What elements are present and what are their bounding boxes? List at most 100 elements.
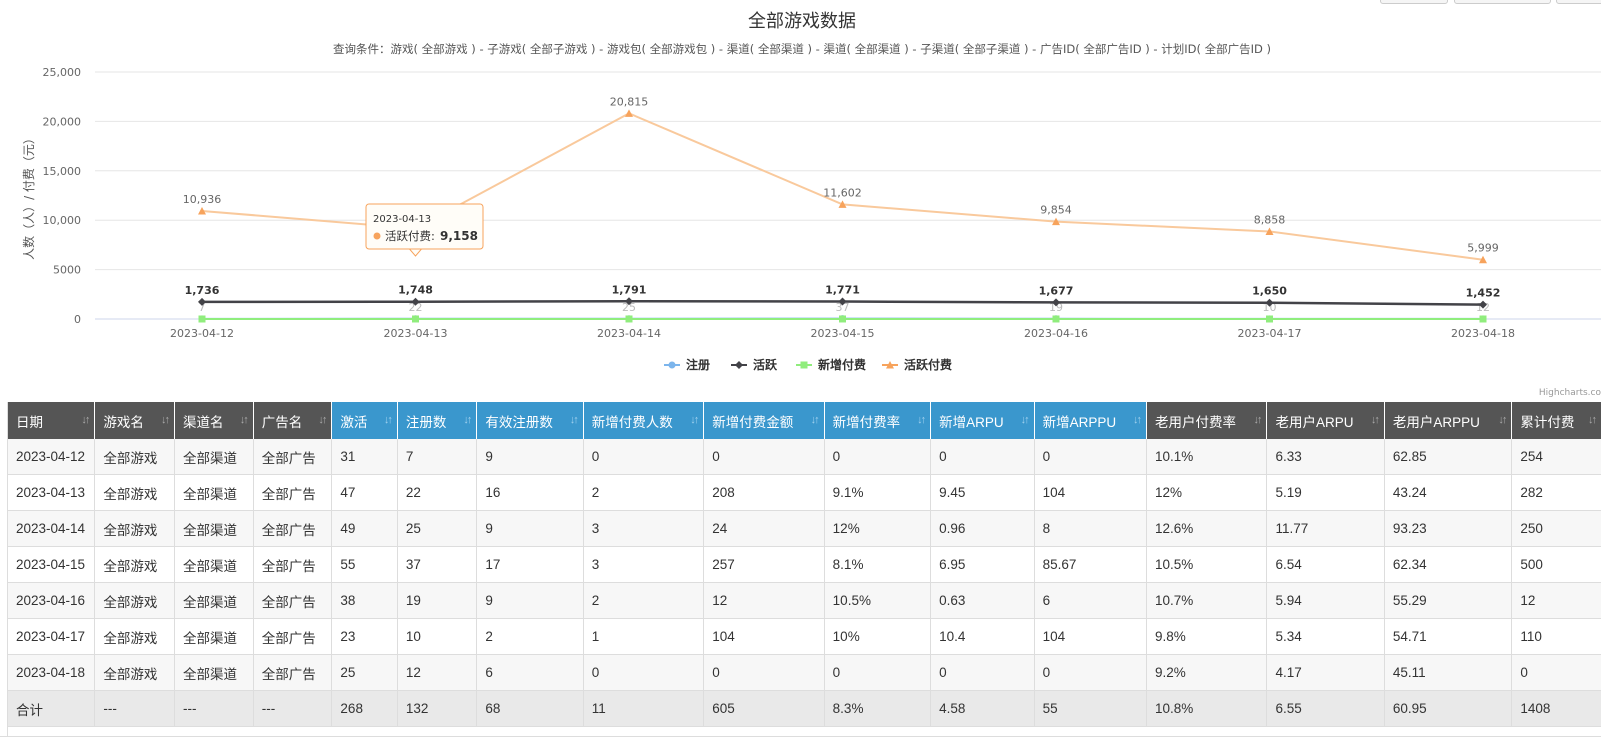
table-cell: 6.95 <box>931 547 1034 583</box>
table-cell: 104 <box>704 619 824 655</box>
column-header-label: 新增付费金额 <box>712 415 793 430</box>
total-cell: --- <box>253 691 332 727</box>
legend-item-label: 活跃付费 <box>904 357 952 372</box>
table-row[interactable]: 2023-04-13全部游戏全部渠道全部广告47221622089.1%9.45… <box>8 475 1601 511</box>
table-cell: 全部广告 <box>253 619 332 655</box>
table-cell: 12.6% <box>1147 511 1267 547</box>
sort-icon[interactable]: ↓↑ <box>1021 414 1028 426</box>
table-cell: 24 <box>704 511 824 547</box>
data-label: 5,999 <box>1467 242 1499 255</box>
table-cell: 93.23 <box>1384 511 1511 547</box>
column-header[interactable]: 老用户付费率↓↑ <box>1147 402 1267 439</box>
table-cell: 250 <box>1512 511 1601 547</box>
sort-icon[interactable]: ↓↑ <box>161 414 168 426</box>
sort-icon[interactable]: ↓↑ <box>917 414 924 426</box>
table-header-row: 日期↓↑游戏名↓↑渠道名↓↑广告名↓↑激活↓↑注册数↓↑有效注册数↓↑新增付费人… <box>8 402 1601 439</box>
sort-icon[interactable]: ↓↑ <box>384 414 391 426</box>
table-cell: 12% <box>1147 475 1267 511</box>
chart-area: 全部游戏数据查询条件：游戏( 全部游戏 ) - 子游戏( 全部子游戏 ) - 游… <box>0 0 1601 400</box>
sort-icon[interactable]: ↓↑ <box>1253 414 1260 426</box>
table-cell: 5.19 <box>1267 475 1384 511</box>
column-header[interactable]: 渠道名↓↑ <box>175 402 254 439</box>
sort-icon[interactable]: ↓↑ <box>1588 414 1595 426</box>
sort-icon[interactable]: ↓↑ <box>81 414 88 426</box>
table-cell: 9.1% <box>824 475 930 511</box>
total-cell: --- <box>95 691 175 727</box>
sort-icon[interactable]: ↓↑ <box>1133 414 1140 426</box>
table-cell: 19 <box>397 583 476 619</box>
table-row[interactable]: 2023-04-18全部游戏全部渠道全部广告25126000009.2%4.17… <box>8 655 1601 691</box>
table-cell: 2023-04-18 <box>8 655 95 691</box>
table-cell: 17 <box>477 547 583 583</box>
x-tick-label: 2023-04-18 <box>1451 327 1515 340</box>
column-header[interactable]: 有效注册数↓↑ <box>477 402 583 439</box>
table-cell: 6 <box>477 655 583 691</box>
column-header[interactable]: 老用户ARPPU↓↑ <box>1384 402 1511 439</box>
data-label: 9,854 <box>1040 204 1072 217</box>
column-header[interactable]: 游戏名↓↑ <box>95 402 175 439</box>
table-cell: 全部游戏 <box>95 619 175 655</box>
x-tick-label: 2023-04-14 <box>597 327 661 340</box>
table-cell: 0 <box>1034 439 1146 475</box>
data-point <box>412 315 419 322</box>
sort-icon[interactable]: ↓↑ <box>811 414 818 426</box>
table-cell: 全部游戏 <box>95 547 175 583</box>
table-cell: 2023-04-16 <box>8 583 95 619</box>
table-cell: 2023-04-12 <box>8 439 95 475</box>
table-cell: 2023-04-14 <box>8 511 95 547</box>
table-cell: 3 <box>583 511 703 547</box>
data-label: 10,936 <box>183 193 222 206</box>
table-cell: 4.17 <box>1267 655 1384 691</box>
table-row[interactable]: 2023-04-17全部游戏全部渠道全部广告23102110410%10.410… <box>8 619 1601 655</box>
column-header[interactable]: 新增ARPU↓↑ <box>931 402 1034 439</box>
column-header-label: 老用户ARPU <box>1275 415 1353 430</box>
total-cell: 11 <box>583 691 703 727</box>
table-cell: 全部渠道 <box>175 547 254 583</box>
table-row[interactable]: 2023-04-14全部游戏全部渠道全部广告4925932412%0.96812… <box>8 511 1601 547</box>
column-header[interactable]: 注册数↓↑ <box>397 402 476 439</box>
column-header-label: 日期 <box>16 415 43 430</box>
table-cell: 12 <box>1512 583 1601 619</box>
column-header[interactable]: 广告名↓↑ <box>253 402 332 439</box>
sort-icon[interactable]: ↓↑ <box>1371 414 1378 426</box>
chart-subtitle: 查询条件：游戏( 全部游戏 ) - 子游戏( 全部子游戏 ) - 游戏包( 全部… <box>333 42 1271 56</box>
sort-icon[interactable]: ↓↑ <box>463 414 470 426</box>
table-cell: 10.5% <box>824 583 930 619</box>
column-header[interactable]: 新增付费金额 ↓↑ <box>704 402 824 439</box>
line-chart: 全部游戏数据查询条件：游戏( 全部游戏 ) - 子游戏( 全部子游戏 ) - 游… <box>0 0 1601 400</box>
table-cell: 38 <box>332 583 397 619</box>
sort-icon[interactable]: ↓↑ <box>1498 414 1505 426</box>
column-header[interactable]: 老用户ARPU ↓↑ <box>1267 402 1384 439</box>
sort-icon[interactable]: ↓↑ <box>570 414 577 426</box>
table-cell: 全部游戏 <box>95 511 175 547</box>
table-cell: 全部游戏 <box>95 655 175 691</box>
column-header[interactable]: 新增付费人数↓↑ <box>583 402 703 439</box>
column-header[interactable]: 新增付费率↓↑ <box>824 402 930 439</box>
highcharts-credit[interactable]: Highcharts.co <box>1539 388 1601 398</box>
legend-item-label: 注册 <box>686 357 710 372</box>
column-header[interactable]: 新增ARPPU↓↑ <box>1034 402 1146 439</box>
data-label: 1,791 <box>612 283 647 296</box>
column-header[interactable]: 日期 ↓↑ <box>8 402 95 439</box>
total-cell: 10.8% <box>1147 691 1267 727</box>
horizontal-scrollbar[interactable] <box>0 736 1601 753</box>
sort-icon[interactable]: ↓↑ <box>240 414 247 426</box>
table-cell: 10.7% <box>1147 583 1267 619</box>
tooltip-value: 9,158 <box>440 229 478 243</box>
table-cell: 6.54 <box>1267 547 1384 583</box>
table-cell: 全部广告 <box>253 547 332 583</box>
sort-icon[interactable]: ↓↑ <box>690 414 697 426</box>
data-label: 1,650 <box>1252 285 1287 298</box>
table-cell: 5.34 <box>1267 619 1384 655</box>
table-cell: 208 <box>704 475 824 511</box>
table-cell: 8.1% <box>824 547 930 583</box>
table-cell: 22 <box>397 475 476 511</box>
table-row[interactable]: 2023-04-12全部游戏全部渠道全部广告31790000010.1%6.33… <box>8 439 1601 475</box>
sort-icon[interactable]: ↓↑ <box>318 414 325 426</box>
total-cell: 1408 <box>1512 691 1601 727</box>
table-row[interactable]: 2023-04-16全部游戏全部渠道全部广告3819921210.5%0.636… <box>8 583 1601 619</box>
column-header[interactable]: 累计付费↓↑ <box>1512 402 1601 439</box>
column-header[interactable]: 激活↓↑ <box>332 402 397 439</box>
y-tick-label: 10,000 <box>43 214 82 227</box>
table-row[interactable]: 2023-04-15全部游戏全部渠道全部广告55371732578.1%6.95… <box>8 547 1601 583</box>
